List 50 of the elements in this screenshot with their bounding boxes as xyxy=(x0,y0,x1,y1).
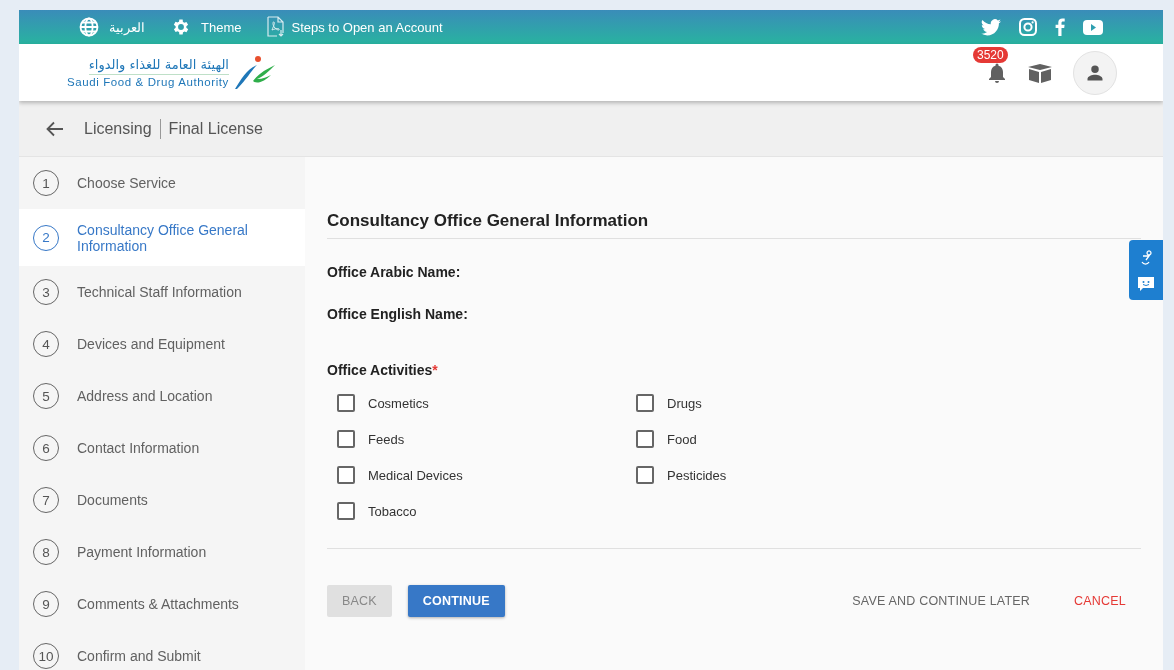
checkbox-label: Food xyxy=(667,431,697,447)
pdf-file-icon[interactable] xyxy=(267,16,286,38)
step-item[interactable]: 8 Payment Information xyxy=(19,526,305,578)
checkbox-label: Drugs xyxy=(667,395,702,411)
continue-button[interactable]: CONTINUE xyxy=(407,585,505,617)
step-item[interactable]: 7 Documents xyxy=(19,474,305,526)
box-icon[interactable] xyxy=(1027,62,1053,83)
checkbox[interactable] xyxy=(337,394,355,412)
checkbox-label: Tobacco xyxy=(368,503,417,519)
video-play-icon[interactable] xyxy=(1083,19,1103,35)
twitter-icon[interactable] xyxy=(981,18,1001,36)
checkbox[interactable] xyxy=(636,394,654,412)
side-widget[interactable] xyxy=(1129,240,1163,300)
checkbox-label: Feeds xyxy=(368,431,405,447)
checkbox[interactable] xyxy=(337,466,355,484)
step-item[interactable]: 3 Technical Staff Information xyxy=(19,266,305,318)
field-label: Office Arabic Name: xyxy=(327,264,462,280)
settings-icon[interactable] xyxy=(171,17,191,37)
breadcrumb-current: Final License xyxy=(168,119,263,138)
checkbox-label: Medical Devices xyxy=(368,467,463,483)
logo-emblem-icon xyxy=(232,54,275,91)
step-item[interactable]: 9 Comments & Attachments xyxy=(19,578,305,630)
step-item[interactable]: 2 Consultancy Office General Information xyxy=(19,209,305,266)
activities-label: Office Activities* xyxy=(327,362,439,378)
checkbox[interactable] xyxy=(337,502,355,520)
notification-badge: 3520 xyxy=(973,46,1008,63)
cancel-button[interactable]: CANCEL xyxy=(1059,585,1141,617)
accessibility-icon[interactable] xyxy=(1139,249,1153,266)
logo-arabic-text: الهيئة العامة للغذاء والدواء xyxy=(88,55,229,75)
checkbox-label: Cosmetics xyxy=(368,395,429,411)
step-item[interactable]: 1 Choose Service xyxy=(19,157,305,209)
step-item[interactable]: 4 Devices and Equipment xyxy=(19,318,305,370)
step-item[interactable]: 10 Confirm and Submit xyxy=(19,630,305,670)
back-arrow-icon[interactable] xyxy=(46,120,64,137)
step-item[interactable]: 5 Address and Location xyxy=(19,370,305,422)
user-avatar[interactable] xyxy=(1073,50,1117,95)
instagram-icon[interactable] xyxy=(1019,18,1037,36)
section-title: Consultancy Office General Information xyxy=(327,202,1141,239)
save-later-button[interactable]: SAVE AND CONTINUE LATER xyxy=(837,585,1046,617)
field-label: Office English Name: xyxy=(327,306,469,322)
globe-icon[interactable] xyxy=(79,17,99,37)
checkbox[interactable] xyxy=(636,430,654,448)
checkbox[interactable] xyxy=(636,466,654,484)
step-item[interactable]: 6 Contact Information xyxy=(19,422,305,474)
checkbox-label: Pesticides xyxy=(667,467,727,483)
logo-english-text: Saudi Food & Drug Authority xyxy=(67,74,229,90)
facebook-icon[interactable] xyxy=(1055,18,1065,36)
chat-icon[interactable] xyxy=(1138,276,1154,291)
checkbox[interactable] xyxy=(337,430,355,448)
breadcrumb-link[interactable]: Licensing xyxy=(84,119,152,138)
